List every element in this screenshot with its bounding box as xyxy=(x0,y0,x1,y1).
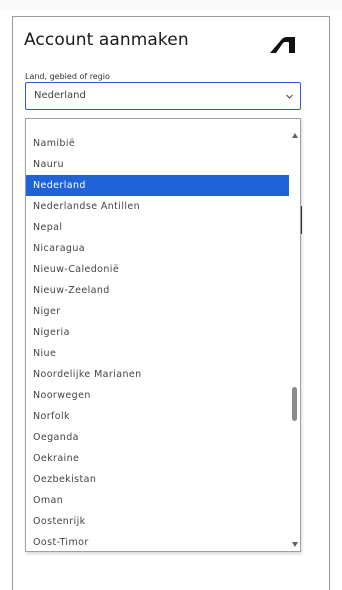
dropdown-option[interactable]: Oman xyxy=(26,490,290,511)
chevron-down-icon xyxy=(286,94,293,99)
dropdown-option[interactable]: Niue xyxy=(26,343,290,364)
dropdown-option[interactable]: Oezbekistan xyxy=(26,469,290,490)
country-select-value: Nederland xyxy=(34,90,86,101)
dropdown-option[interactable]: Noorwegen xyxy=(26,385,290,406)
dropdown-option[interactable]: Nepal xyxy=(26,217,290,238)
dropdown-option[interactable]: Nicaragua xyxy=(26,238,290,259)
scrollbar-thumb[interactable] xyxy=(292,387,297,421)
dropdown-option[interactable]: Oost-Timor xyxy=(26,532,290,551)
dropdown-scrollbar[interactable] xyxy=(289,119,300,551)
scroll-up-arrow-icon[interactable] xyxy=(292,133,298,138)
dropdown-option[interactable]: Niger xyxy=(26,301,290,322)
page-background-top xyxy=(0,0,342,10)
dropdown-option[interactable]: Nauru xyxy=(26,154,290,175)
dropdown-option[interactable]: Norfolk xyxy=(26,406,290,427)
dropdown-option[interactable]: Noordelijke Marianen xyxy=(26,364,290,385)
country-dropdown-list[interactable]: Namibië Nauru Nederland Nederlandse Antille… xyxy=(25,118,301,552)
dropdown-option[interactable]: Nigeria xyxy=(26,322,290,343)
dropdown-option-selected[interactable]: Nederland xyxy=(26,175,290,196)
dropdown-option[interactable]: Nieuw-Zeeland xyxy=(26,280,290,301)
dropdown-option[interactable]: Oostenrijk xyxy=(26,511,290,532)
dropdown-option[interactable]: Oeganda xyxy=(26,427,290,448)
dropdown-option[interactable]: Oekraine xyxy=(26,448,290,469)
page-title: Account aanmaken xyxy=(24,30,189,50)
dropdown-option[interactable]: Nederlandse Antillen xyxy=(26,196,290,217)
dropdown-option[interactable]: Namibië xyxy=(26,133,290,154)
country-label: Land, gebied of regio xyxy=(25,72,110,81)
autodesk-logo xyxy=(270,37,295,53)
country-select[interactable]: Nederland xyxy=(25,82,301,110)
scroll-down-arrow-icon[interactable] xyxy=(292,542,298,547)
dropdown-option[interactable]: Nieuw-Caledonië xyxy=(26,259,290,280)
